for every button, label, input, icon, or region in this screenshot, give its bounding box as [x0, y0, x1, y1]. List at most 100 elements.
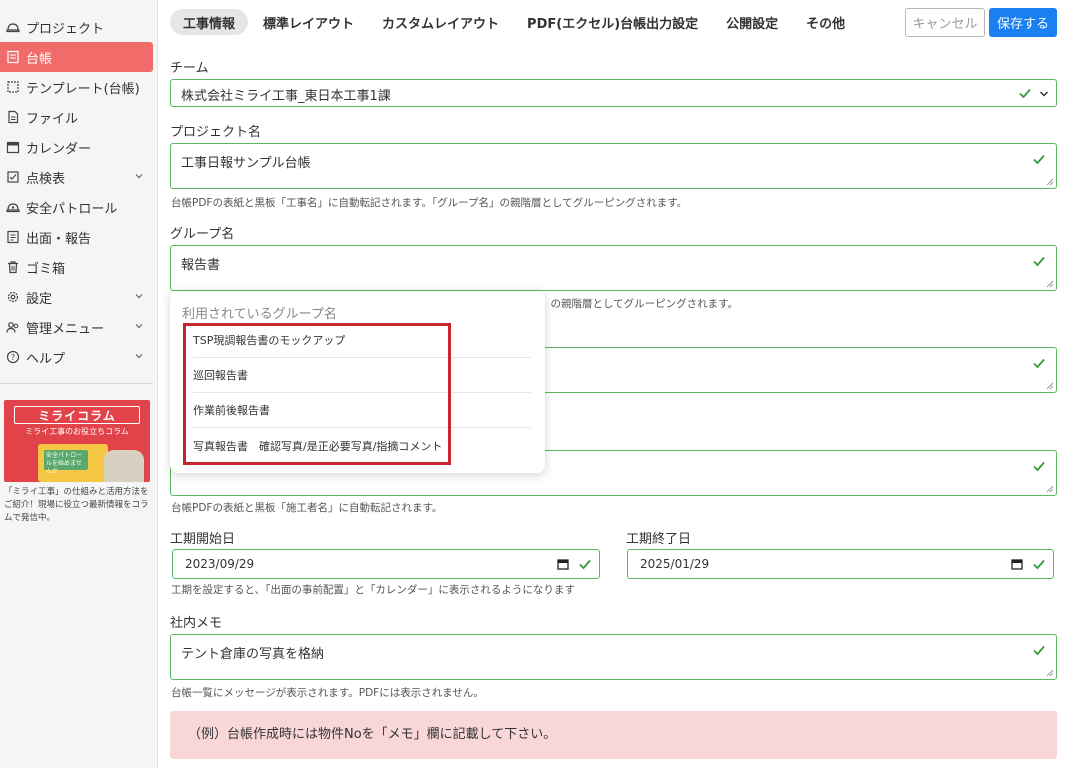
sidebar-item-label: ゴミ箱: [26, 261, 66, 277]
help-icon: ?: [6, 350, 20, 364]
banner-description: 「ミライ工事」の仕組みと活用方法をご紹介！現場に役立つ最新情報をコラムで発信中。: [4, 487, 149, 523]
sidebar-item-template[interactable]: テンプレート(台帳): [0, 72, 153, 102]
sidebar-item-admin-menu[interactable]: 管理メニュー: [0, 312, 153, 342]
banner-title: ミライコラム: [14, 406, 140, 424]
ledger-icon: [6, 50, 20, 64]
sidebar-item-label: 設定: [26, 291, 53, 307]
sidebar-item-label: プロジェクト: [26, 21, 105, 37]
check-icon: [1019, 88, 1031, 99]
sidebar-item-calendar[interactable]: カレンダー: [0, 132, 153, 162]
check-icon: [1033, 461, 1045, 472]
project-name-label: プロジェクト名: [170, 125, 262, 140]
sidebar-item-trash[interactable]: ゴミ箱: [0, 252, 153, 282]
tab-bar: 工事情報 標準レイアウト カスタムレイアウト PDF(エクセル)台帳出力設定 公…: [170, 9, 860, 35]
start-date-input[interactable]: 2023/09/29: [172, 549, 600, 579]
team-select[interactable]: 株式会社ミライ工事_東日本工事1課: [170, 79, 1057, 107]
sidebar-divider: [0, 383, 153, 384]
tab-custom-layout[interactable]: カスタムレイアウト: [369, 9, 512, 35]
template-icon: [6, 80, 20, 94]
group-name-label: グループ名: [170, 227, 235, 242]
memo-field[interactable]: テント倉庫の写真を格納: [170, 634, 1057, 680]
popup-header: 利用されているグループ名: [182, 307, 337, 322]
banner-people-illustration: [104, 450, 144, 482]
sidebar-item-label: 点検表: [26, 171, 66, 187]
sidebar-item-label: ファイル: [26, 111, 79, 127]
highlight-box: [183, 323, 451, 465]
sidebar-item-label: 台帳: [26, 51, 53, 67]
sidebar-item-label: テンプレート(台帳): [26, 81, 140, 97]
tab-standard-layout[interactable]: 標準レイアウト: [250, 9, 367, 35]
calendar-icon[interactable]: [557, 558, 569, 570]
sidebar-item-label: カレンダー: [26, 141, 92, 157]
end-date-input[interactable]: 2025/01/29: [627, 549, 1054, 579]
group-name-value: 報告書: [181, 258, 221, 273]
tab-pdf-output-settings[interactable]: PDF(エクセル)台帳出力設定: [514, 9, 711, 35]
safety-patrol-icon: [6, 200, 20, 214]
project-name-value: 工事日報サンプル台帳: [181, 156, 311, 171]
gear-icon: [6, 290, 20, 304]
banner-subtitle: ミライ工事のお役立ちコラム: [25, 427, 129, 436]
resize-handle-icon[interactable]: [1046, 485, 1054, 493]
sidebar-item-settings[interactable]: 設定: [0, 282, 153, 312]
mirai-column-banner[interactable]: ミライコラム ミライ工事のお役立ちコラム 安全パトロールを始めませんか: [4, 400, 150, 482]
sidebar-item-label: 安全パトロール: [26, 201, 118, 217]
hard-hat-icon: [6, 20, 20, 34]
banner-card-text: 安全パトロールを始めませんか: [44, 450, 88, 475]
project-name-field[interactable]: 工事日報サンプル台帳: [170, 143, 1057, 189]
sidebar-item-safety-patrol[interactable]: 安全パトロール: [0, 192, 153, 222]
trash-icon: [6, 260, 20, 274]
date-help: 工期を設定すると、「出面の事前配置」と「カレンダー」に表示されるようになります: [171, 584, 575, 596]
svg-text:?: ?: [11, 353, 15, 362]
sidebar: プロジェクト 台帳 テンプレート(台帳) ファイル カレンダー 点検表 安全パト…: [0, 0, 158, 768]
resize-handle-icon[interactable]: [1046, 669, 1054, 677]
sidebar-item-file[interactable]: ファイル: [0, 102, 153, 132]
chevron-down-icon: [1039, 91, 1049, 97]
chevron-down-icon: [135, 324, 143, 329]
checklist-icon: [6, 170, 20, 184]
memo-help: 台帳一覧にメッセージが表示されます。PDFには表示されません。: [171, 687, 484, 699]
calendar-icon[interactable]: [1011, 558, 1023, 570]
contractor-help: 台帳PDFの表紙と黒板「施工者名」に自動転記されます。: [171, 502, 443, 514]
check-icon: [1033, 154, 1045, 165]
memo-note-box: （例）台帳作成時には物件Noを「メモ」欄に記載して下さい。: [170, 711, 1057, 759]
file-icon: [6, 110, 20, 124]
chevron-down-icon: [135, 354, 143, 359]
end-date-value: 2025/01/29: [640, 557, 710, 571]
team-select-value: 株式会社ミライ工事_東日本工事1課: [181, 89, 391, 104]
check-icon: [1033, 645, 1045, 656]
sidebar-item-help[interactable]: ? ヘルプ: [0, 342, 153, 372]
sidebar-item-report[interactable]: 出面・報告: [0, 222, 153, 252]
memo-label: 社内メモ: [170, 616, 223, 631]
group-name-field[interactable]: 報告書: [170, 245, 1057, 291]
sidebar-item-project[interactable]: プロジェクト: [0, 12, 153, 42]
check-icon: [1033, 559, 1045, 570]
group-name-help-tail: 」の親階層としてグルーピングされます。: [540, 298, 739, 310]
chevron-down-icon: [135, 174, 143, 179]
users-icon: [6, 320, 20, 334]
tab-other[interactable]: その他: [793, 9, 858, 35]
calendar-icon: [6, 140, 20, 154]
check-icon: [1033, 256, 1045, 267]
start-date-value: 2023/09/29: [185, 557, 255, 571]
sidebar-item-ledger[interactable]: 台帳: [0, 42, 153, 72]
sidebar-item-label: 管理メニュー: [26, 321, 105, 337]
start-date-label: 工期開始日: [170, 532, 236, 547]
cancel-button[interactable]: キャンセル: [905, 8, 985, 37]
project-name-help: 台帳PDFの表紙と黒板「工事名」に自動転記されます。「グループ名」の親階層として…: [171, 197, 688, 209]
end-date-label: 工期終了日: [626, 532, 692, 547]
sidebar-item-label: 出面・報告: [26, 231, 92, 247]
check-icon: [1033, 358, 1045, 369]
save-button[interactable]: 保存する: [989, 8, 1057, 37]
resize-handle-icon[interactable]: [1046, 382, 1054, 390]
tab-publish-settings[interactable]: 公開設定: [713, 9, 791, 35]
chevron-down-icon: [135, 294, 143, 299]
team-label: チーム: [170, 61, 209, 76]
resize-handle-icon[interactable]: [1046, 280, 1054, 288]
sidebar-item-checklist[interactable]: 点検表: [0, 162, 153, 192]
tab-construction-info[interactable]: 工事情報: [170, 9, 249, 35]
resize-handle-icon[interactable]: [1046, 178, 1054, 186]
report-icon: [6, 230, 20, 244]
memo-value: テント倉庫の写真を格納: [181, 647, 325, 662]
check-icon: [579, 559, 591, 570]
sidebar-item-label: ヘルプ: [26, 351, 66, 367]
